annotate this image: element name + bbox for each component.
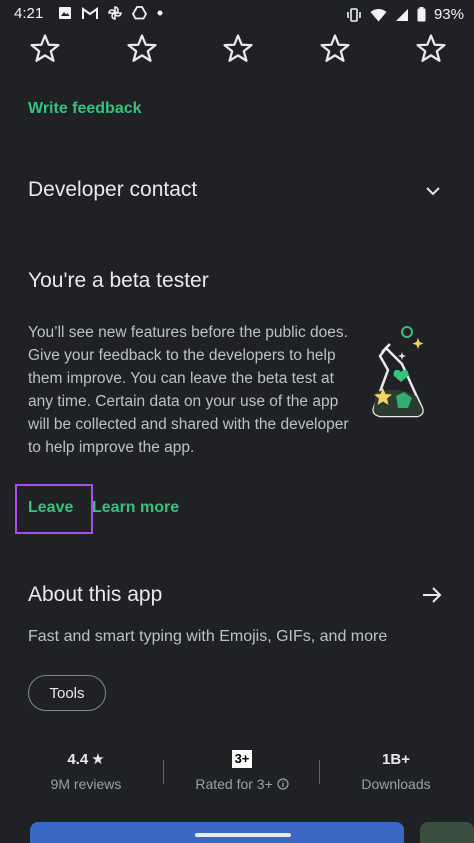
wifi-icon bbox=[370, 8, 387, 21]
beta-tester-description: You’ll see new features before the publi… bbox=[28, 324, 349, 456]
star-1-icon[interactable] bbox=[28, 32, 62, 66]
downloads-label: Downloads bbox=[361, 776, 431, 792]
developer-contact-header[interactable]: Developer contact bbox=[28, 178, 197, 202]
stat-divider bbox=[163, 760, 164, 784]
drive-icon bbox=[132, 6, 147, 20]
rating-stat[interactable]: 4.4 ★ 9M reviews bbox=[30, 748, 142, 793]
leave-beta-button[interactable]: Leave bbox=[28, 499, 73, 517]
chevron-down-icon[interactable] bbox=[424, 182, 442, 200]
arrow-right-icon[interactable] bbox=[420, 584, 444, 606]
status-bar: 4:21 93% bbox=[0, 0, 474, 28]
about-app-header[interactable]: About this app bbox=[28, 583, 162, 607]
downloads-stat: 1B+ Downloads bbox=[336, 748, 456, 793]
content-rating-label: Rated for 3+ bbox=[195, 776, 273, 792]
reviews-count: 9M reviews bbox=[50, 776, 122, 792]
category-chip-tools[interactable]: Tools bbox=[28, 675, 106, 711]
screenshot-card[interactable] bbox=[420, 822, 474, 843]
pinwheel-icon bbox=[108, 6, 122, 20]
content-rating-badge: 3+ bbox=[232, 750, 252, 768]
image-icon bbox=[59, 7, 71, 19]
star-2-icon[interactable] bbox=[125, 32, 159, 66]
stat-divider bbox=[319, 760, 320, 784]
content-rating-stat[interactable]: 3+ Rated for 3+ bbox=[178, 748, 306, 792]
gmail-icon bbox=[82, 6, 98, 19]
star-5-icon[interactable] bbox=[414, 32, 448, 66]
star-4-icon[interactable] bbox=[318, 32, 352, 66]
beta-flask-illustration-icon bbox=[372, 326, 424, 418]
beta-tester-title: You're a beta tester bbox=[28, 269, 209, 292]
status-time: 4:21 bbox=[14, 5, 44, 22]
vibrate-icon bbox=[347, 7, 361, 22]
dot-icon bbox=[157, 10, 163, 16]
gesture-nav-handle[interactable] bbox=[195, 833, 291, 837]
downloads-value: 1B+ bbox=[382, 750, 410, 768]
rating-value: 4.4 bbox=[67, 750, 89, 768]
info-icon[interactable] bbox=[277, 778, 289, 790]
signal-icon bbox=[395, 8, 408, 21]
star-3-icon[interactable] bbox=[221, 32, 255, 66]
app-description: Fast and smart typing with Emojis, GIFs,… bbox=[28, 628, 388, 645]
battery-icon bbox=[417, 7, 426, 22]
learn-more-link[interactable]: Learn more bbox=[92, 499, 179, 517]
rating-stars[interactable] bbox=[28, 32, 448, 66]
write-feedback-link[interactable]: Write feedback bbox=[28, 100, 142, 118]
system-icons: 93% bbox=[346, 6, 464, 23]
battery-percent: 93% bbox=[433, 6, 464, 23]
rating-star-icon: ★ bbox=[91, 751, 105, 768]
notification-icons bbox=[58, 6, 163, 20]
